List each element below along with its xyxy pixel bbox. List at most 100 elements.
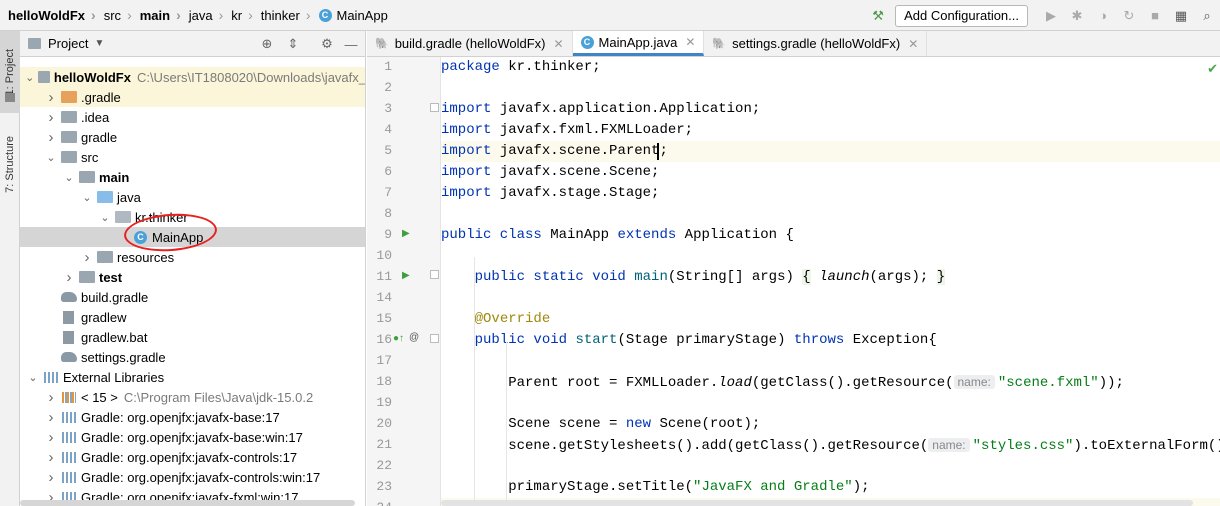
chevron-right-icon[interactable]: › <box>44 89 58 106</box>
tree-node[interactable]: › .idea <box>20 107 365 127</box>
chevron-right-icon[interactable]: › <box>44 409 58 426</box>
code-line[interactable]: public class MainApp extends Application… <box>441 225 1220 246</box>
gradle-lib-icon <box>62 431 76 443</box>
no-problems-check-icon[interactable]: ✔ <box>1207 61 1218 77</box>
fold-marker-icon[interactable] <box>430 103 439 112</box>
close-icon[interactable]: ✕ <box>553 37 563 51</box>
chevron-right-icon[interactable]: › <box>62 269 76 286</box>
chevron-down-icon[interactable]: ▼ <box>94 38 104 49</box>
profile-icon[interactable]: ↻ <box>1116 3 1142 29</box>
fold-marker-icon[interactable] <box>430 270 439 279</box>
breadcrumb-mainapp[interactable]: C MainApp <box>311 0 388 31</box>
stop-icon[interactable]: ■ <box>1142 3 1168 29</box>
chevron-right-icon[interactable]: › <box>80 249 94 266</box>
tree-node[interactable]: C MainApp <box>20 227 365 247</box>
tree-node[interactable]: › gradle <box>20 127 365 147</box>
tree-node[interactable]: ⌄ java <box>20 187 365 207</box>
hide-panel-icon[interactable]: — <box>342 35 360 53</box>
gradle-icon: 🐘 <box>375 38 389 50</box>
tab-settings-gradle[interactable]: 🐘 settings.gradle (helloWoldFx) ✕ <box>704 31 928 56</box>
coverage-icon[interactable]: ◑ <box>1090 3 1116 29</box>
tree-node[interactable]: › .gradle <box>20 87 365 107</box>
tab-mainapp-java[interactable]: C MainApp.java ✕ <box>572 31 705 56</box>
tab-structure-tool-window[interactable]: 7: Structure <box>0 119 20 209</box>
run-gutter-icon[interactable]: ▶ <box>402 270 410 281</box>
chevron-down-icon[interactable]: ⌄ <box>98 211 112 224</box>
code-line[interactable]: public static void main(String[] args) {… <box>441 267 1220 288</box>
tree-node[interactable]: gradlew <box>20 307 365 327</box>
tree-node[interactable]: build.gradle <box>20 287 365 307</box>
add-configuration-button[interactable]: Add Configuration... <box>895 4 1028 27</box>
fold-marker-icon[interactable] <box>430 334 439 343</box>
tree-node[interactable]: › Gradle: org.openjfx:javafx-base:17 <box>20 407 365 427</box>
breadcrumb-project[interactable]: helloWoldFx › <box>0 0 96 31</box>
search-everywhere-icon[interactable]: ⌕ <box>1194 3 1220 29</box>
project-structure-icon[interactable]: ▦ <box>1168 3 1194 29</box>
collapse-all-icon[interactable]: ⇕ <box>284 35 302 53</box>
tree-node[interactable]: settings.gradle <box>20 347 365 367</box>
chevron-down-icon[interactable]: ⌄ <box>44 151 58 164</box>
code-area[interactable]: package kr.thinker; import javafx.applica… <box>441 57 1220 506</box>
tree-node[interactable]: ⌄ External Libraries <box>20 367 365 387</box>
debug-icon[interactable]: ✱ <box>1064 3 1090 29</box>
code-line[interactable]: import javafx.scene.Scene; <box>441 162 1220 183</box>
code-line[interactable]: scene.getStylesheets().add(getClass().ge… <box>441 435 1220 456</box>
code-line[interactable]: public void start(Stage primaryStage) th… <box>441 330 1220 351</box>
horizontal-scrollbar[interactable] <box>20 500 365 506</box>
code-line[interactable]: @Override <box>441 309 1220 330</box>
chevron-down-icon[interactable]: ⌄ <box>26 371 40 384</box>
code-line[interactable]: Parent root = FXMLLoader.load(getClass()… <box>441 372 1220 393</box>
breadcrumb-thinker[interactable]: thinker › <box>253 0 311 31</box>
breadcrumb-main[interactable]: main › <box>132 0 181 31</box>
override-marker-icon[interactable]: ●↑ <box>393 333 404 344</box>
breadcrumb-kr[interactable]: kr › <box>223 0 253 31</box>
project-view-selector[interactable]: Project <box>48 36 88 51</box>
tree-node-label: java <box>117 189 141 205</box>
code-line[interactable]: import javafx.application.Application; <box>441 99 1220 120</box>
code-line[interactable]: import javafx.scene.Parent; <box>441 141 1220 162</box>
line-number: 8 <box>384 206 392 221</box>
chevron-down-icon[interactable]: ⌄ <box>62 171 76 184</box>
code-line[interactable]: package kr.thinker; <box>441 57 1220 78</box>
tree-node[interactable]: ⌄ main <box>20 167 365 187</box>
chevron-right-icon[interactable]: › <box>44 449 58 466</box>
tree-node[interactable]: gradlew.bat <box>20 327 365 347</box>
editor-horizontal-scrollbar[interactable] <box>441 500 1193 506</box>
hammer-build-icon[interactable]: ⚒ <box>865 3 891 29</box>
chevron-right-icon[interactable]: › <box>44 129 58 146</box>
tree-node[interactable]: › test <box>20 267 365 287</box>
tree-node[interactable]: › Gradle: org.openjfx:javafx-controls:win… <box>20 467 365 487</box>
code-line[interactable]: primaryStage.setTitle("JavaFX and Gradle… <box>441 477 1220 498</box>
tree-node[interactable]: › Gradle: org.openjfx:javafx-base:win:17 <box>20 427 365 447</box>
gear-icon[interactable]: ⚙ <box>318 35 336 53</box>
close-icon[interactable]: ✕ <box>908 37 918 51</box>
chevron-right-icon[interactable]: › <box>44 389 58 406</box>
tree-node[interactable]: › resources <box>20 247 365 267</box>
annotation-icon[interactable]: @ <box>409 332 419 343</box>
tree-node[interactable]: › < 15 > C:\Program Files\Java\jdk-15.0.2 <box>20 387 365 407</box>
tree-node[interactable]: ⌄ kr.thinker <box>20 207 365 227</box>
breadcrumb-src[interactable]: src › <box>96 0 132 31</box>
close-icon[interactable]: ✕ <box>685 35 695 49</box>
chevron-down-icon[interactable]: ⌄ <box>24 71 34 84</box>
chevron-right-icon[interactable]: › <box>44 429 58 446</box>
project-panel: Project ▼ ⊕ ⇕ ⚙ — ⌄ helloWoldFx C:\Users\I… <box>20 31 366 506</box>
locate-target-icon[interactable]: ⊕ <box>258 35 276 53</box>
tree-node[interactable]: › Gradle: org.openjfx:javafx-controls:17 <box>20 447 365 467</box>
chevron-right-icon[interactable]: › <box>44 109 58 126</box>
chevron-right-icon[interactable]: › <box>44 469 58 486</box>
tree-node[interactable]: ⌄ helloWoldFx C:\Users\IT1808020\Downloads… <box>20 67 366 87</box>
run-icon[interactable]: ▶ <box>1038 3 1064 29</box>
tree-node[interactable]: ⌄ src <box>20 147 365 167</box>
code-line[interactable]: import javafx.fxml.FXMLLoader; <box>441 120 1220 141</box>
tab-build-gradle[interactable]: 🐘 build.gradle (helloWoldFx) ✕ <box>367 31 573 56</box>
folder-icon <box>61 131 77 143</box>
code-line[interactable]: import javafx.stage.Stage; <box>441 183 1220 204</box>
breadcrumb-java[interactable]: java › <box>181 0 224 31</box>
chevron-down-icon[interactable]: ⌄ <box>80 191 94 204</box>
tree-node-path: C:\Users\IT1808020\Downloads\javafx_ <box>136 69 366 85</box>
run-gutter-icon[interactable]: ▶ <box>402 228 410 239</box>
code-line[interactable]: Scene scene = new Scene(root); <box>441 414 1220 435</box>
gradle-lib-icon <box>62 471 76 483</box>
tree-node-label: kr.thinker <box>135 209 188 225</box>
